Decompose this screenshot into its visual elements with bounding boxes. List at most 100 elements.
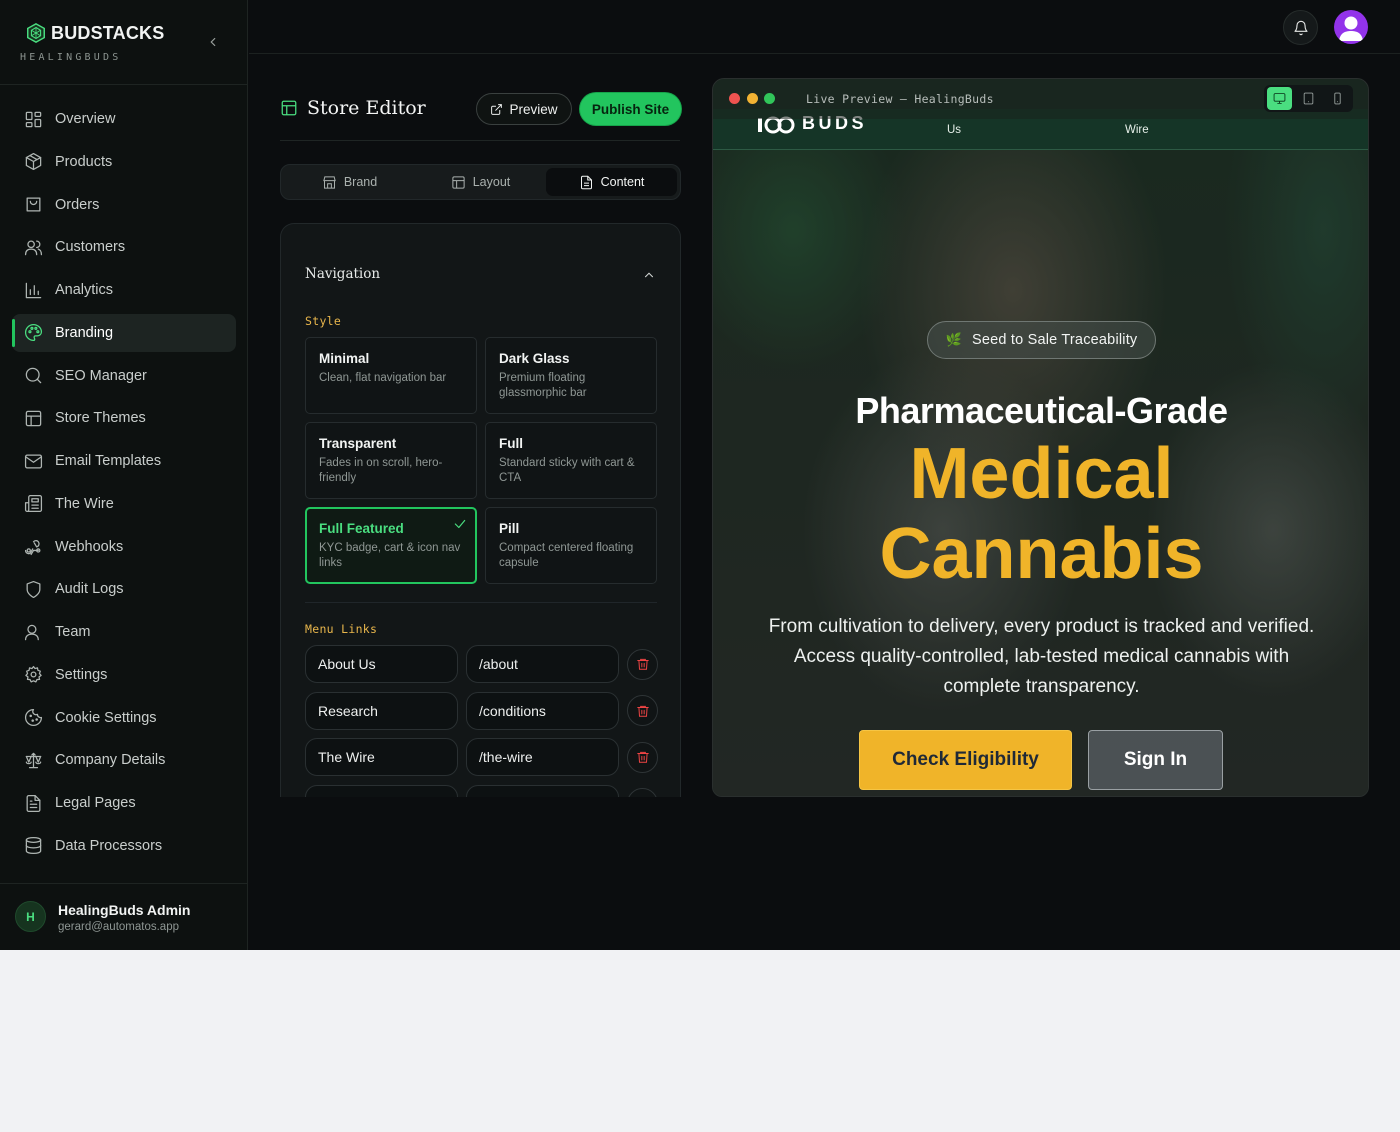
sidebar-item-label: Settings [55,666,108,683]
check-eligibility-button[interactable]: Check Eligibility [859,730,1072,790]
site-nav-link[interactable]: Wire [1125,124,1149,136]
navigation-settings-card: Navigation Style Minimal Clean, flat nav… [280,223,681,797]
preview-button[interactable]: Preview [476,93,572,125]
sidebar-item-data-processors[interactable]: Data Processors [12,827,236,865]
sidebar-item-customers[interactable]: Customers [12,228,236,266]
sidebar-item-label: Email Templates [55,453,162,469]
shopping-bag-icon [26,197,41,212]
bar-chart-icon [25,282,42,298]
user-name: HealingBuds Admin [58,902,191,918]
sidebar-item-label: Audit Logs [55,581,124,598]
tablet-view-button[interactable] [1296,87,1321,110]
search-icon [25,367,42,384]
external-link-icon [491,103,503,115]
traceability-badge: 🌿 Seed to Sale Traceability [927,321,1156,359]
desktop-view-button[interactable] [1267,87,1292,110]
sidebar-item-audit-logs[interactable]: Audit Logs [12,570,236,608]
sidebar: BUDSTACKS HEALINGBUDS Overview Products … [0,0,248,950]
sidebar-item-cookie-settings[interactable]: Cookie Settings [12,699,236,737]
sidebar-item-legal-pages[interactable]: Legal Pages [12,784,236,822]
menu-links-list: About Us /about Research /conditions The… [305,645,665,797]
site-nav-link[interactable]: Us [947,124,961,136]
style-option-full-featured[interactable]: Full Featured KYC badge, cart & icon nav… [305,507,477,584]
sidebar-item-settings[interactable]: Settings [12,656,236,694]
webhook-icon [24,540,41,556]
chevron-left-icon [210,37,216,47]
sidebar-item-webhooks[interactable]: Webhooks [12,528,236,566]
sidebar-item-the-wire[interactable]: The Wire [12,485,236,523]
style-option-transparent[interactable]: Transparent Fades in on scroll, hero-fri… [305,422,477,499]
section-title: Navigation [305,266,381,282]
delete-link-button[interactable] [627,695,658,726]
shield-icon [26,580,41,598]
profile-avatar-button[interactable] [1334,10,1368,44]
menu-link-row: About Us /about [305,645,665,683]
user-avatar: H [15,901,46,932]
tab-brand[interactable]: Brand [284,168,415,196]
sidebar-item-company-details[interactable]: Company Details [12,741,236,779]
link-label-input[interactable] [305,784,458,797]
collapse-section-button[interactable] [642,268,656,282]
delete-link-button[interactable] [627,648,658,680]
notifications-button[interactable] [1283,10,1318,45]
publish-site-button[interactable]: Publish Site [580,93,681,125]
style-option-minimal[interactable]: Minimal Clean, flat navigation bar [305,337,477,414]
link-label-input[interactable]: About Us [305,645,458,683]
file-icon [580,175,592,189]
trash-icon [636,658,649,670]
layout-icon [25,410,42,427]
brand-block: BUDSTACKS HEALINGBUDS [0,0,248,85]
phone-view-button[interactable] [1325,87,1350,110]
brand-mark-icon [27,22,45,44]
sidebar-item-label: Store Themes [55,410,146,427]
preview-button-label: Preview [509,101,558,117]
sidebar-item-label: Overview [55,111,116,127]
gear-icon [25,666,42,683]
topbar [249,0,1400,54]
sidebar-item-overview[interactable]: Overview [12,100,236,138]
link-label-input[interactable]: The Wire [305,738,458,776]
style-option-dark-glass[interactable]: Dark Glass Premium floating glassmorphic… [485,337,657,414]
link-path-input[interactable]: /conditions [466,691,619,730]
style-option-desc: Clean, flat navigation bar [319,372,447,384]
style-option-title: Pill [499,521,520,536]
link-path-input[interactable]: /the-wire [466,738,619,776]
sidebar-item-label: Team [55,624,91,640]
user-icon [24,624,39,640]
link-path-input[interactable] [466,784,619,797]
tab-label: Content [600,175,645,189]
delete-link-button[interactable] [627,788,658,797]
link-label-input[interactable]: Research [305,691,458,730]
brand-subtitle: HEALINGBUDS [20,52,122,63]
sidebar-item-team[interactable]: Team [12,613,236,651]
sidebar-item-email-templates[interactable]: Email Templates [12,442,236,480]
tab-content[interactable]: Content [546,168,677,196]
sidebar-item-products[interactable]: Products [12,143,236,181]
tab-layout[interactable]: Layout [415,168,546,196]
sidebar-item-label: Orders [55,196,100,213]
sidebar-item-branding[interactable]: Branding [12,313,236,352]
delete-link-button[interactable] [627,741,658,773]
link-path-input[interactable]: /about [466,645,619,683]
scale-icon [25,752,42,769]
style-option-full[interactable]: Full Standard sticky with cart & CTA [485,422,657,499]
trash-icon [636,797,650,798]
sidebar-item-store-themes[interactable]: Store Themes [12,399,236,437]
preview-hero: 🌿 Seed to Sale Traceability Pharmaceutic… [713,150,1368,796]
brand-name: BUDSTACKS [51,22,165,43]
phone-icon [1334,92,1341,105]
tab-label: Brand [343,175,378,189]
sidebar-item-orders[interactable]: Orders [12,186,236,224]
sidebar-item-seo-manager[interactable]: SEO Manager [12,357,236,395]
sidebar-item-label: Cookie Settings [55,709,157,726]
window-maximize-dot [764,93,775,104]
trash-icon [636,751,649,763]
style-option-pill[interactable]: Pill Compact centered floating capsule [485,507,657,584]
sidebar-item-analytics[interactable]: Analytics [12,271,236,309]
brand-logo[interactable]: BUDSTACKS [25,22,164,44]
collapse-sidebar-button[interactable] [204,33,222,51]
cookie-icon [24,708,43,727]
user-card[interactable]: H HealingBuds Admin gerard@automatos.app [0,883,248,950]
sign-in-button[interactable]: Sign In [1088,730,1223,790]
tablet-icon [1303,92,1314,105]
